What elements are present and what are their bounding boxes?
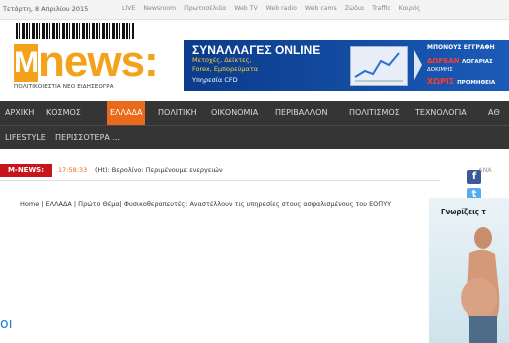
nav-item-overflow[interactable]: ΑΘ xyxy=(485,101,503,125)
link-front-pages[interactable]: Πρωτοσέλιδα xyxy=(184,5,226,12)
nav-item-world[interactable]: ΚΟΣΜΟΣ xyxy=(43,101,84,125)
nav-item-culture[interactable]: ΠΟΛΙΤΙΣΜΟΣ xyxy=(346,101,403,125)
ad-nofee-sub: ΠΡΟΜΗΘΕΙΑ xyxy=(457,80,496,86)
ad-free-text: ΔΩΡΕΑΝ ΛΟΓΑΡΙΑΣ xyxy=(427,57,493,65)
link-traffic[interactable]: Traffic xyxy=(372,5,391,12)
ad-demo-text: ΔΟΚΙΜΗΣ xyxy=(427,67,453,73)
ad-free-main: ΔΩΡΕΑΝ xyxy=(427,57,460,65)
ad-nofee-text: ΧΩΡΙΣ ΠΡΟΜΗΘΕΙΑ xyxy=(427,77,495,86)
logo-m-block: M- xyxy=(14,44,49,82)
breaking-badge: M-NEWS: xyxy=(0,164,52,177)
facebook-share-icon[interactable]: f xyxy=(467,170,481,184)
link-weather[interactable]: Καιρός xyxy=(399,5,421,12)
breadcrumb[interactable]: Home | ΕΛΛΑΔΑ | Πρώτο Θέμα| Φυσικοθεραπε… xyxy=(20,200,400,209)
nav-item-more[interactable]: ΠΕΡΙΣΣΟΤΕΡΑ ... xyxy=(52,126,123,150)
nav-item-lifestyle[interactable]: LIFESTYLE xyxy=(2,126,49,150)
link-web-radio[interactable]: Web radio xyxy=(266,5,297,12)
divider xyxy=(0,180,440,181)
trading-ad-banner[interactable]: ΣΥΝΑΛΛΑΓΕΣ ONLINE Μετοχές, Δείκτες, Fore… xyxy=(184,40,509,91)
utility-links: LIVE Newsroom Πρωτοσέλιδα Web TV Web rad… xyxy=(122,5,426,12)
nav-row-2: LIFESTYLE ΠΕΡΙΣΣΟΤΕΡΑ ... xyxy=(0,125,509,149)
ad-arrow-icon xyxy=(414,50,422,80)
top-utility-bar: Τετάρτη, 8 Απριλίου 2015 LIVE Newsroom Π… xyxy=(0,0,509,20)
ticker-headline[interactable]: (Ht): Βερολίνο: Περιμένουμε ενεργειών xyxy=(95,166,223,174)
site-tagline: ΠΟΛΙΤΙΚΟΙΕΣΤΙΑ ΝΕΟ ΕΙΔΗΣΕΟΓΡΑ xyxy=(14,84,114,90)
site-logo[interactable]: M-news: xyxy=(14,37,159,86)
nav-item-greece[interactable]: ΕΛΛΑΔΑ xyxy=(107,101,146,125)
ad-nofee-main: ΧΩΡΙΣ xyxy=(427,77,455,86)
ad-line-2: Forex, Εμπορεύματα xyxy=(192,65,259,73)
breaking-news-ticker: M-NEWS: 17:58:33 (Ht): Βερολίνο: Περιμέν… xyxy=(0,163,509,179)
main-navigation: ΑΡΧΙΚΗ ΚΟΣΜΟΣ ΕΛΛΑΔΑ ΠΟΛΙΤΙΚΗ ΟΙΚΟΝΟΜΙΑ … xyxy=(0,101,509,149)
ticker-time: 17:58:33 xyxy=(58,166,88,174)
ad-free-sub: ΛΟΓΑΡΙΑΣ xyxy=(462,59,493,65)
ad-chart-icon xyxy=(350,46,408,86)
nav-item-economy[interactable]: ΟΙΚΟΝΟΜΙΑ xyxy=(208,101,261,125)
link-newsroom[interactable]: Newsroom xyxy=(143,5,176,12)
nav-row-1: ΑΡΧΙΚΗ ΚΟΣΜΟΣ ΕΛΛΑΔΑ ΠΟΛΙΤΙΚΗ ΟΙΚΟΝΟΜΙΑ … xyxy=(0,101,509,125)
link-live[interactable]: LIVE xyxy=(122,5,135,12)
ad-bonus-text: ΜΠΟΝΟΥΣ ΕΓΓΡΑΦΗ xyxy=(427,44,495,51)
link-web-cams[interactable]: Web cams xyxy=(305,5,337,12)
sidebar-health-ad[interactable]: Γνωρίζεις τ xyxy=(429,198,509,343)
ad-headline: ΣΥΝΑΛΛΑΓΕΣ ONLINE xyxy=(192,43,321,57)
person-illustration xyxy=(461,227,500,343)
link-horoscope[interactable]: Ζώδια xyxy=(345,5,364,12)
ad-line-3: Υπηρεσία CFD xyxy=(192,76,238,84)
nav-item-home[interactable]: ΑΡΧΙΚΗ xyxy=(2,101,37,125)
link-web-tv[interactable]: Web TV xyxy=(234,5,257,12)
ad-line-1: Μετοχές, Δείκτες, xyxy=(192,56,252,64)
nav-item-environment[interactable]: ΠΕΡΙΒΑΛΛΟΝ xyxy=(272,101,330,125)
nav-item-politics[interactable]: ΠΟΛΙΤΙΚΗ xyxy=(155,101,200,125)
logo-news-text: news: xyxy=(38,37,159,86)
stray-text: oı xyxy=(0,316,13,332)
current-date: Τετάρτη, 8 Απριλίου 2015 xyxy=(3,5,89,13)
nav-item-technology[interactable]: ΤΕΧΝΟΛΟΓΙΑ xyxy=(412,101,470,125)
